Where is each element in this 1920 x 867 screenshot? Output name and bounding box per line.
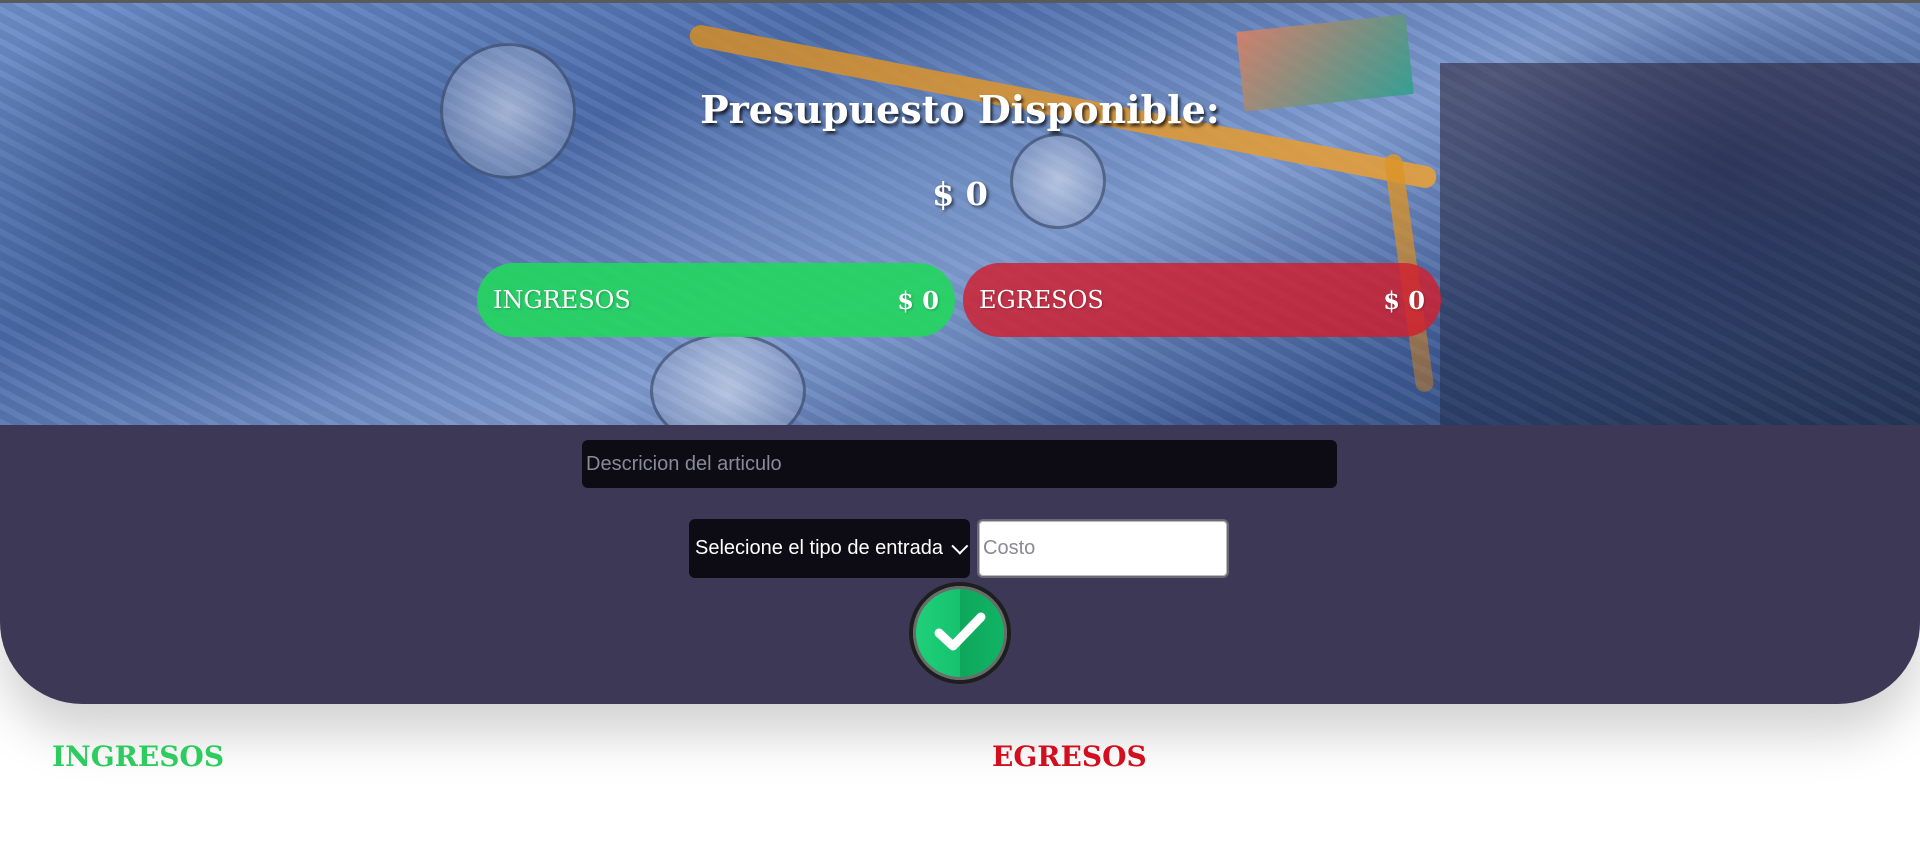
expense-summary: EGRESOS $ 0 [963, 263, 1441, 337]
add-entry-button[interactable] [909, 582, 1011, 684]
available-budget-value: $ 0 [932, 175, 988, 213]
entry-form: Selecione el tipo de entrada [0, 425, 1920, 704]
cost-input[interactable] [977, 519, 1229, 578]
budget-app: Presupuesto Disponible: $ 0 INGRESOS $ 0… [0, 0, 1920, 867]
hero-banner: Presupuesto Disponible: $ 0 INGRESOS $ 0… [0, 0, 1920, 425]
seal-decor [650, 333, 806, 425]
description-input[interactable] [582, 440, 1337, 488]
entry-type-select[interactable]: Selecione el tipo de entrada [689, 519, 970, 578]
expense-summary-label: EGRESOS [979, 286, 1104, 314]
expense-list-title: EGRESOS [992, 740, 1147, 773]
expense-summary-amount: $ 0 [1383, 285, 1425, 315]
income-summary: INGRESOS $ 0 [477, 263, 955, 337]
page-title: Presupuesto Disponible: [700, 87, 1220, 132]
income-list-title: INGRESOS [52, 740, 225, 773]
entry-type-select-value: Selecione el tipo de entrada [695, 537, 943, 559]
income-summary-label: INGRESOS [493, 286, 631, 314]
chevron-down-icon [951, 537, 969, 555]
check-icon [934, 612, 986, 651]
income-summary-amount: $ 0 [897, 285, 939, 315]
